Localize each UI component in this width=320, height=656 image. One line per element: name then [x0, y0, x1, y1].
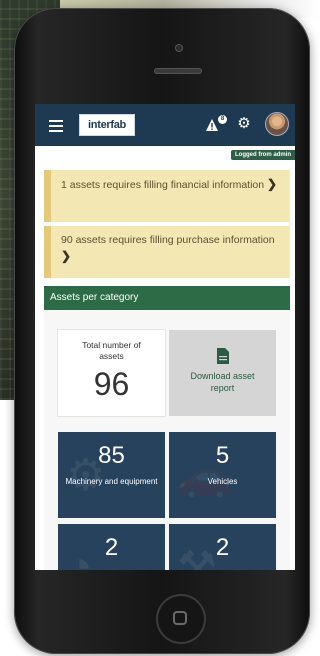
top-navbar: interfab 8 ⚙: [35, 104, 295, 146]
category-tile-3[interactable]: ◔ 2: [58, 524, 165, 570]
hamburger-menu-icon[interactable]: [49, 120, 63, 132]
category-count: 2: [104, 534, 119, 561]
category-label: Machinery and equipment: [65, 477, 158, 486]
total-assets-value: 96: [93, 366, 130, 402]
chevron-right-icon: ❯: [267, 177, 278, 191]
download-report-label: Download asset report: [190, 371, 255, 393]
alert-text: 90 assets requires filling purchase info…: [61, 234, 275, 246]
download-report-button[interactable]: Download asset report: [169, 330, 276, 416]
app-screen: interfab 8 ⚙ Logged from admin 1 assets …: [35, 104, 295, 570]
assets-per-category-header: Assets per category: [44, 286, 290, 310]
category-tile-machinery[interactable]: ⚙ 85 Machinery and equipment: [58, 432, 165, 518]
home-square-icon: [173, 611, 187, 625]
gear-icon[interactable]: ⚙: [236, 116, 252, 132]
home-button[interactable]: [156, 594, 206, 644]
chevron-right-icon: ❯: [61, 249, 72, 263]
user-avatar[interactable]: [265, 112, 289, 136]
alert-text: 1 assets requires filling financial info…: [61, 179, 265, 191]
brand-logo[interactable]: interfab: [79, 114, 135, 136]
camera-icon: [175, 44, 183, 52]
notification-badge: 8: [218, 115, 227, 124]
warning-icon[interactable]: [205, 118, 219, 132]
category-count: 2: [215, 534, 230, 561]
category-label: Vehicles: [207, 477, 238, 486]
category-count: 5: [215, 442, 230, 469]
alert-purchase-info[interactable]: 90 assets requires filling purchase info…: [44, 226, 290, 278]
category-count: 85: [98, 442, 125, 469]
total-assets-label: Total number of assets: [82, 340, 141, 361]
alert-financial-info[interactable]: 1 assets requires filling financial info…: [44, 170, 290, 222]
category-tile-vehicles[interactable]: 🚗 5 Vehicles: [169, 432, 276, 518]
document-icon: [169, 348, 276, 366]
total-assets-tile: Total number of assets 96: [58, 330, 165, 416]
logged-status: Logged from admin: [231, 150, 295, 160]
speaker-grille: [154, 68, 202, 74]
category-tile-4[interactable]: ⚒ 2: [169, 524, 276, 570]
